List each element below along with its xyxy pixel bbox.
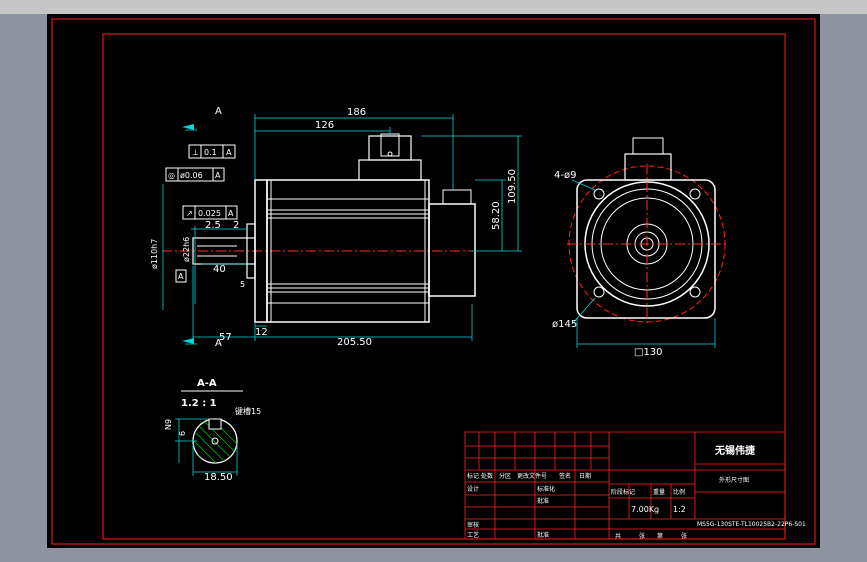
dim-height: 109.50 (507, 169, 518, 204)
rev-h2: 分区 (499, 472, 511, 480)
tol3-symbol: ↗ (186, 209, 193, 218)
row-design: 设计 (467, 485, 479, 493)
tol2-datum: A (215, 171, 221, 180)
rev-h4: 签名 (559, 472, 571, 480)
drawing-title: 外形尺寸图 (719, 476, 749, 484)
window-bottom-margin (47, 548, 820, 562)
rev-h1: 处数 (481, 472, 493, 480)
tol1-datum: A (226, 148, 232, 157)
part-number: MS5G-130STE-TL10025B2-22P6-S01 (697, 521, 806, 528)
tol2-symbol: ◎ (168, 171, 175, 180)
dim-shaft-dia: ø22h6 (182, 237, 191, 262)
tol1-symbol: ⊥ (192, 148, 199, 157)
dim-small: 5 (240, 280, 245, 289)
tol1-value: 0.1 (204, 148, 217, 157)
section-key: 6 (178, 431, 187, 436)
drawing-canvas[interactable]: A A ⊥ 0.1 A ◎ ø0.06 A ↗ 0.025 A A 186 12… (47, 14, 820, 548)
tol3-value: 0.025 (198, 209, 221, 218)
dim-body: 126 (315, 120, 334, 131)
dim-flange-thk: 12 (255, 327, 268, 338)
dim-overall: 186 (347, 107, 366, 118)
rev-h0: 标记 (467, 472, 479, 480)
section-width: 18.50 (204, 472, 233, 483)
cad-drawing: A A ⊥ 0.1 A ◎ ø0.06 A ↗ 0.025 A A 186 12… (51, 18, 816, 545)
sheet-no-unit: 张 (681, 532, 687, 540)
stage-h1: 重量 (653, 488, 665, 496)
dim-shoulder: 2.5 (205, 220, 221, 231)
row-check-approve: 批准 (537, 497, 549, 505)
row-process: 工艺 (467, 531, 479, 539)
section-height: N9 (164, 419, 173, 430)
outer-frame (51, 18, 816, 545)
weight-value: 7.00Kg (631, 505, 659, 514)
sheet-total-unit: 张 (639, 532, 645, 540)
datum-label: A (178, 272, 184, 281)
window-top-bar (0, 0, 867, 14)
dim-bottom-left: 57 (219, 332, 232, 343)
encoder-cover (428, 203, 476, 297)
tol3-datum: A (228, 209, 234, 218)
dim-length: 205.50 (337, 337, 372, 348)
section-view: A-A 1.2 : 1 18.50 N9 6 键槽15 (164, 378, 261, 483)
rev-h5: 日期 (579, 472, 591, 480)
dim-shoulder-right: 2 (233, 220, 239, 231)
dim-holes: 4-ø9 (554, 170, 576, 181)
company-name: 无锡伟捷 (714, 444, 756, 457)
section-title: A-A (197, 378, 217, 389)
section-note: 键槽15 (235, 406, 261, 416)
window-left-margin (0, 14, 47, 562)
window-right-margin (820, 14, 867, 562)
front-view: 4-ø9 ø145 □130 (552, 137, 727, 358)
row-design-std: 标准化 (537, 485, 555, 493)
inner-frame (102, 33, 786, 540)
section-scale: 1.2 : 1 (181, 398, 217, 409)
row-review: 审核 (467, 521, 479, 529)
side-view: A A ⊥ 0.1 A ◎ ø0.06 A ↗ 0.025 A A 186 12… (150, 106, 522, 349)
row-process-approve: 批准 (537, 531, 549, 539)
stage-h0: 阶段标记 (611, 488, 635, 496)
stage-h2: 比例 (673, 488, 685, 496)
sheet-no: 第 (657, 532, 663, 540)
dim-pcd: ø145 (552, 319, 577, 330)
rev-h3: 更改文件号 (517, 472, 547, 480)
dim-centre-height: 58.20 (491, 201, 502, 230)
dim-square: □130 (634, 347, 663, 358)
sheet-total: 共 (615, 532, 621, 540)
connector (358, 159, 422, 181)
scale-value: 1:2 (673, 505, 686, 514)
tol2-value: ø0.06 (180, 171, 203, 180)
section-mark-top: A (215, 106, 222, 117)
dim-pilot: ø110h7 (150, 239, 159, 269)
dim-shaft-len: 40 (213, 264, 226, 275)
